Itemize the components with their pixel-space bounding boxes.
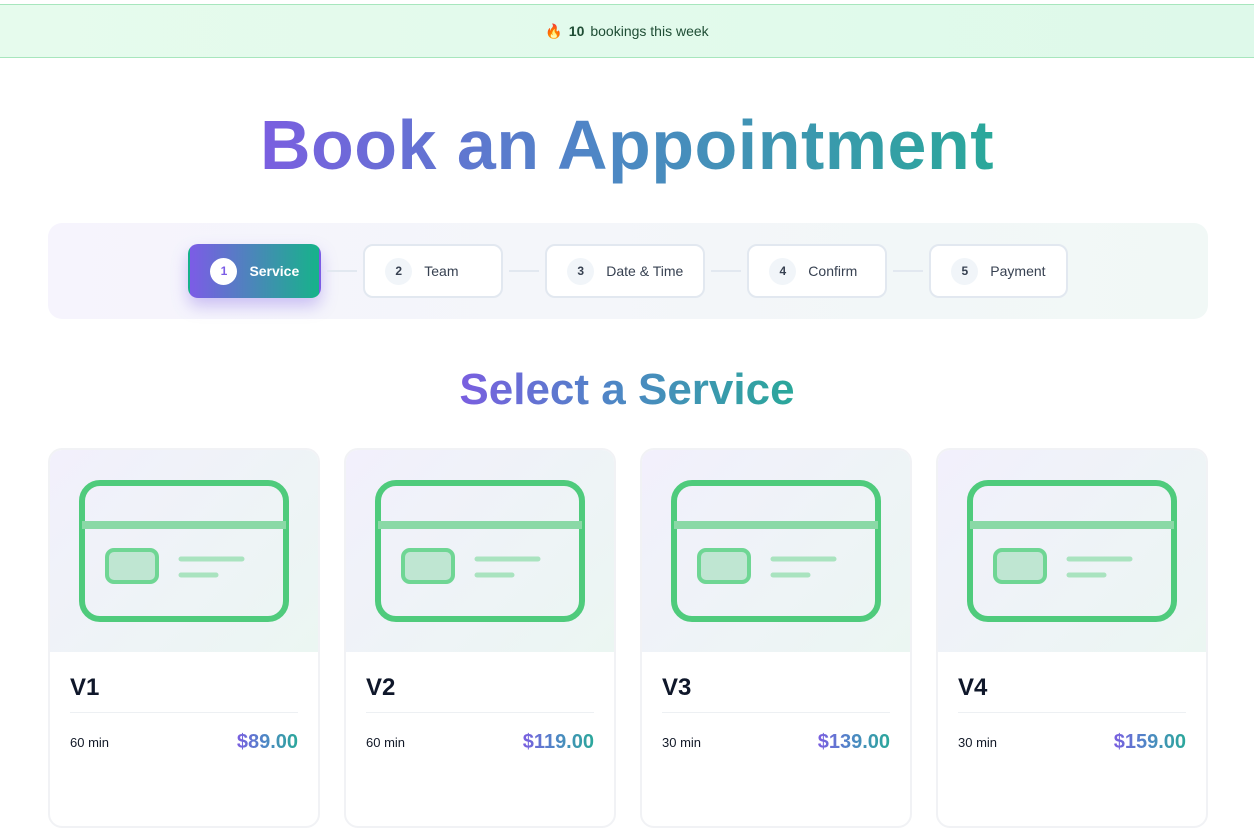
step-connector <box>711 270 742 272</box>
step-connector <box>509 270 540 272</box>
service-image <box>50 450 318 652</box>
service-name: V4 <box>958 674 1186 713</box>
service-duration: 30 min <box>662 735 702 750</box>
service-card-v3[interactable]: V3 30 min $139.00 <box>640 448 912 828</box>
service-duration: 60 min <box>366 735 406 750</box>
service-price: $89.00 <box>236 731 298 753</box>
section-title-text: Select a Service <box>459 365 795 414</box>
step-number: 2 <box>385 257 413 285</box>
bookings-count: 10 <box>568 23 585 39</box>
service-price: $119.00 <box>522 731 594 753</box>
bookings-banner: 🔥 10 bookings this week <box>0 4 1254 58</box>
service-card-v4[interactable]: V4 30 min $159.00 <box>936 448 1208 828</box>
service-duration: 60 min <box>70 735 110 750</box>
step-label: Confirm <box>808 263 858 279</box>
service-name: V2 <box>366 674 594 713</box>
page-title-text: Book an Appointment <box>259 106 995 184</box>
credit-card-icon <box>79 480 289 622</box>
page-title: Book an Appointment <box>0 100 1254 190</box>
service-name: V1 <box>70 674 298 713</box>
service-price: $159.00 <box>1113 731 1186 753</box>
service-price: $139.00 <box>817 731 890 753</box>
step-label: Payment <box>990 263 1046 279</box>
step-date-time[interactable]: 3 Date & Time <box>545 244 706 298</box>
step-number: 4 <box>769 257 797 285</box>
service-image <box>938 450 1206 652</box>
step-label: Team <box>424 263 459 279</box>
booking-stepper: 1 Service 2 Team 3 Date & Time 4 Confirm… <box>48 223 1208 319</box>
step-label: Date & Time <box>606 263 684 279</box>
service-name: V3 <box>662 674 890 713</box>
step-label: Service <box>249 263 300 279</box>
credit-card-icon <box>375 480 585 622</box>
step-connector <box>893 270 924 272</box>
step-team[interactable]: 2 Team <box>363 244 504 298</box>
step-payment[interactable]: 5 Payment <box>929 244 1068 298</box>
service-card-v1[interactable]: V1 60 min $89.00 <box>48 448 320 828</box>
service-duration: 30 min <box>958 735 998 750</box>
fire-icon: 🔥 <box>545 23 563 39</box>
step-number: 5 <box>951 257 979 285</box>
step-service[interactable]: 1 Service <box>188 244 322 298</box>
credit-card-icon <box>671 480 881 622</box>
step-number: 3 <box>567 257 595 285</box>
step-connector <box>327 270 358 272</box>
bookings-text: bookings this week <box>590 23 709 39</box>
step-number: 1 <box>210 257 238 285</box>
service-image <box>346 450 614 652</box>
section-title: Select a Service <box>0 360 1254 420</box>
service-image <box>642 450 910 652</box>
service-card-v2[interactable]: V2 60 min $119.00 <box>344 448 616 828</box>
step-confirm[interactable]: 4 Confirm <box>747 244 888 298</box>
credit-card-icon <box>967 480 1177 622</box>
